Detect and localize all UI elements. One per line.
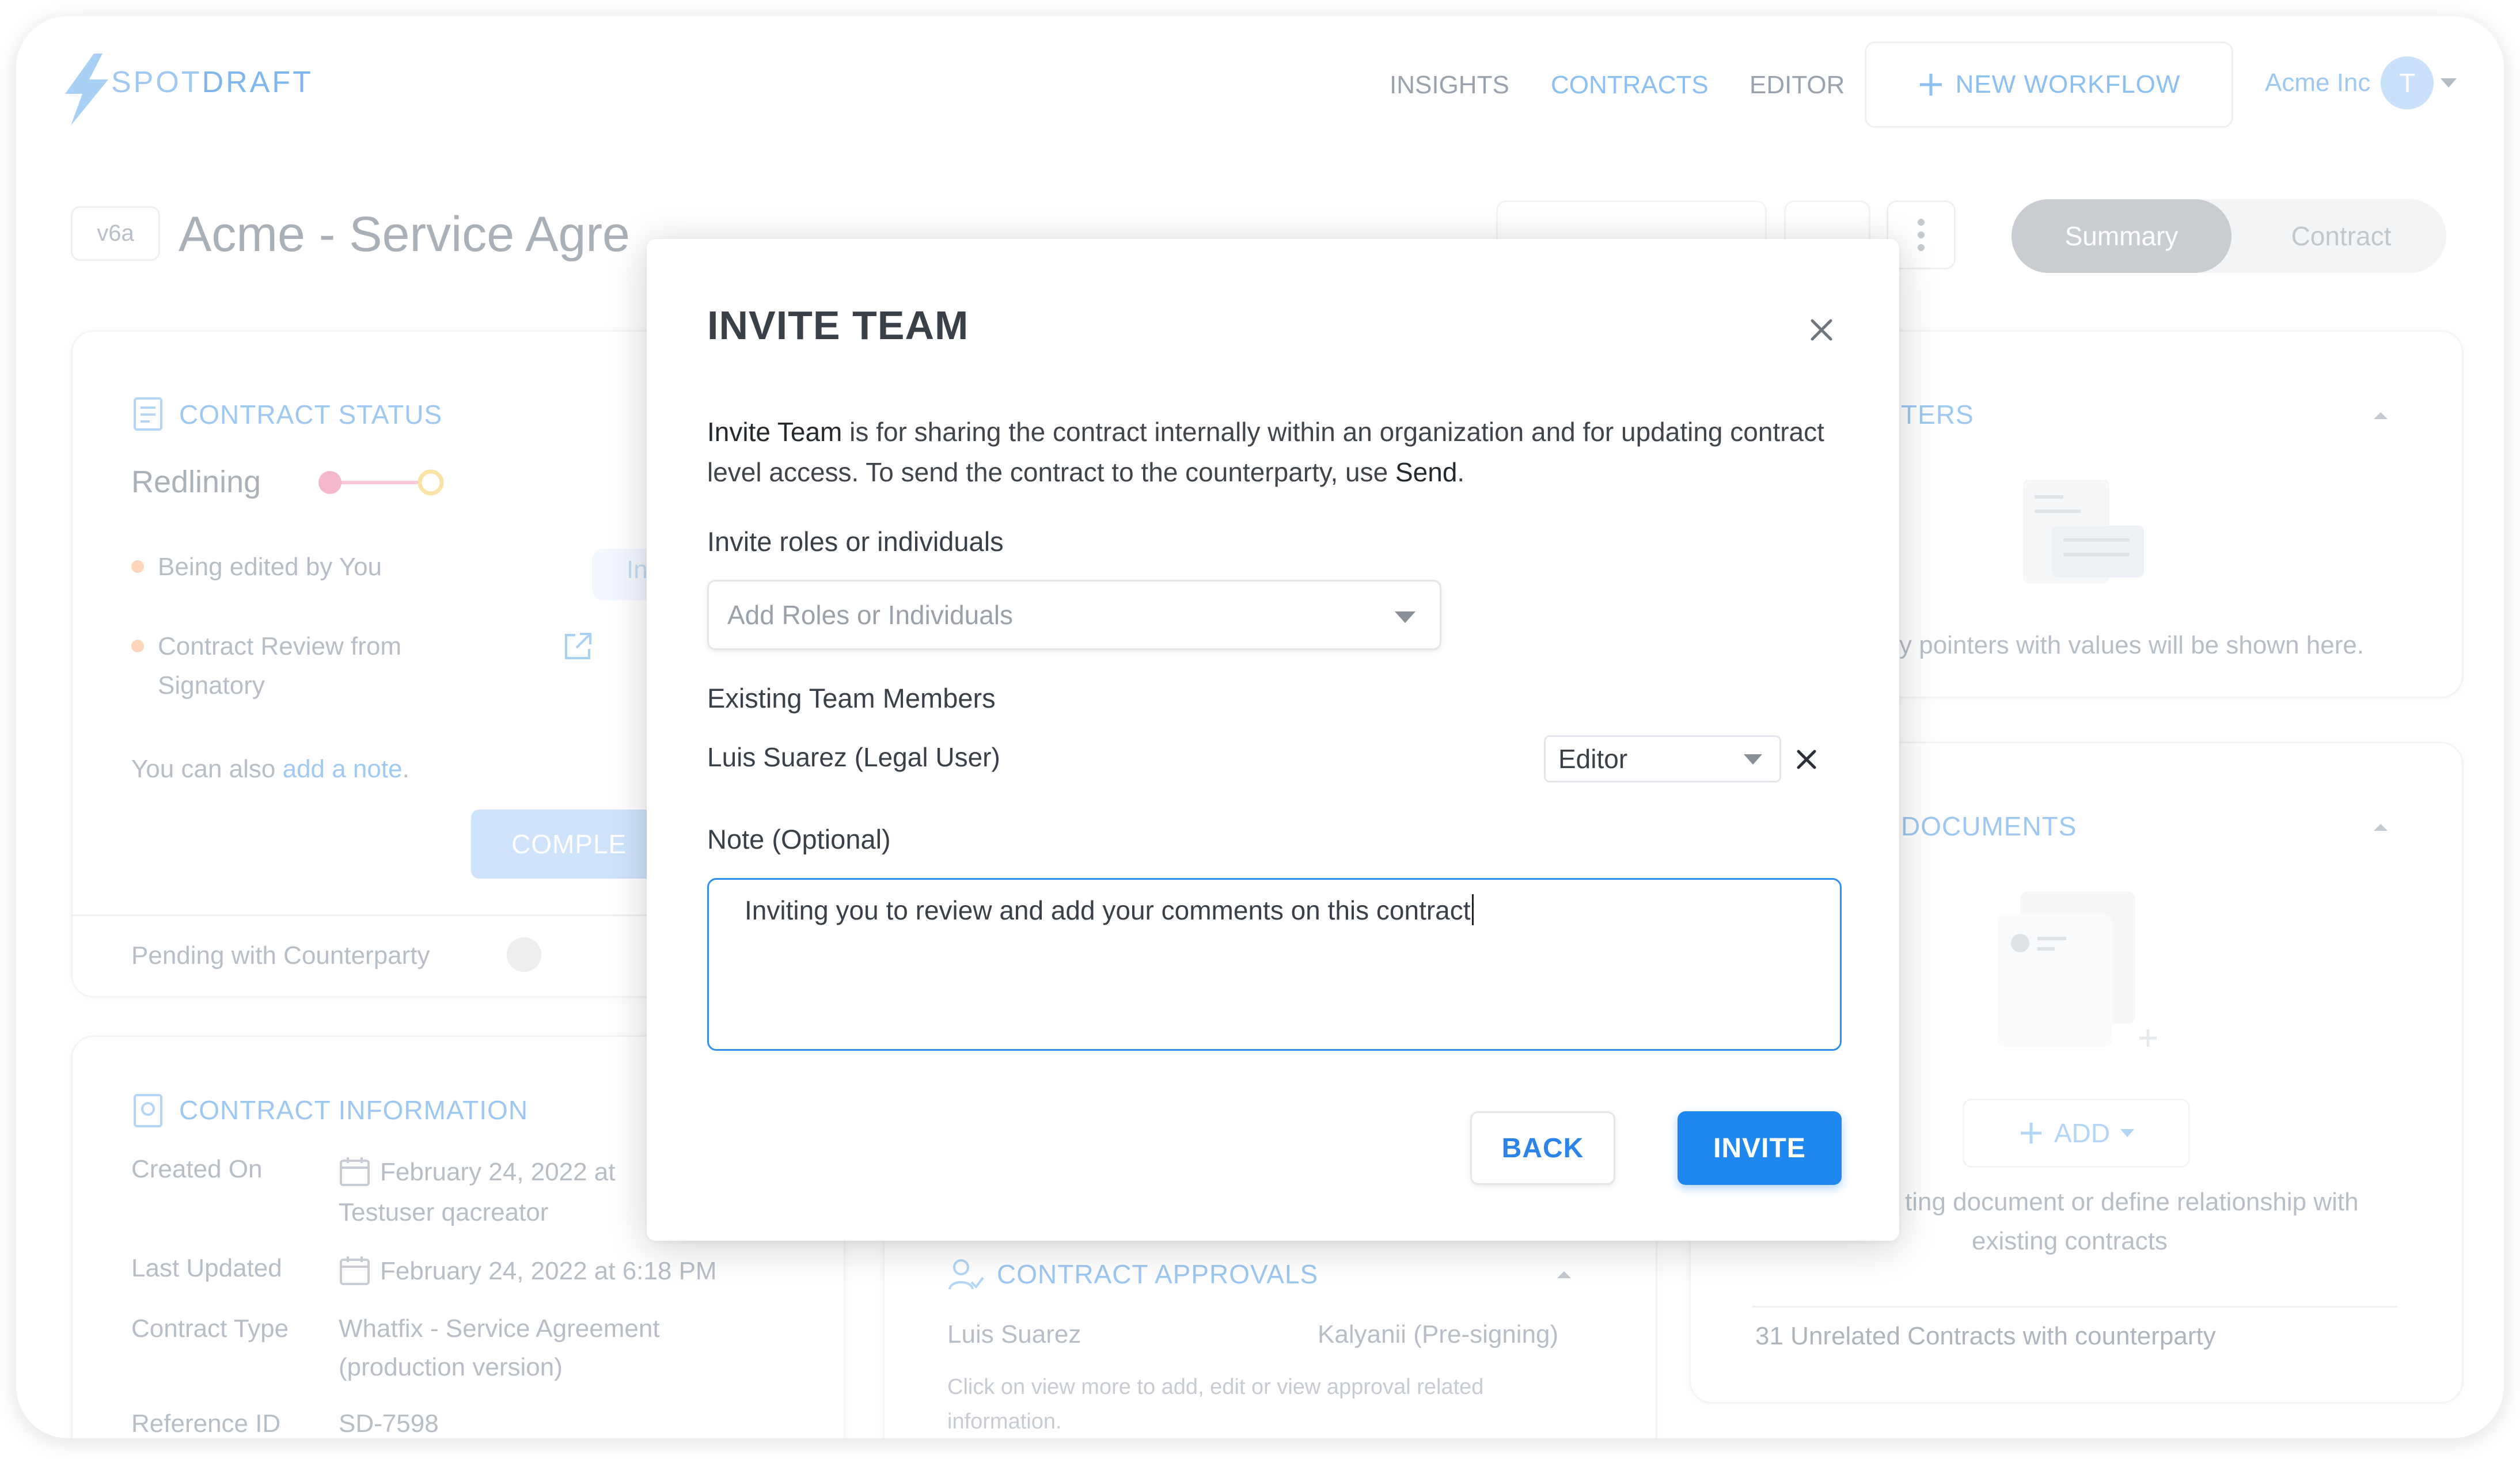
roles-placeholder: Add Roles or Individuals	[727, 600, 1014, 630]
approvals-hint-2: information.	[947, 1409, 1062, 1434]
nav-contracts[interactable]: CONTRACTS	[1551, 71, 1709, 100]
documents-hint: ting document or define relationship wit…	[1905, 1188, 2359, 1216]
status-progress	[318, 469, 444, 496]
member-role-value: Editor	[1558, 744, 1628, 774]
desc-body: is for sharing the contract internally w…	[707, 417, 1824, 487]
chevron-up-icon[interactable]	[1554, 1267, 1574, 1281]
created-label: Created On	[131, 1155, 263, 1183]
contract-information-title: CONTRACT INFORMATION	[179, 1095, 529, 1125]
pointers-empty-text: y pointers with values will be shown her…	[1899, 631, 2365, 659]
add-note-link[interactable]: add a note	[283, 755, 403, 783]
documents-title: D DOCUMENTS	[1873, 811, 2077, 841]
org-name: Acme Inc	[2265, 69, 2371, 97]
top-nav: SPOTDRAFT INSIGHTS CONTRACTS EDITOR NEW …	[16, 16, 2504, 154]
chevron-down-icon	[2120, 1129, 2135, 1137]
contract-approvals-title: CONTRACT APPROVALS	[997, 1259, 1319, 1289]
new-workflow-button[interactable]: NEW WORKFLOW	[1865, 41, 2233, 128]
type-value: Whatfix - Service Agreement	[339, 1314, 660, 1343]
type-value-version: (production version)	[339, 1353, 563, 1381]
pending-indicator	[507, 937, 541, 972]
close-icon[interactable]	[1793, 746, 1820, 773]
ref-label: Reference ID	[131, 1409, 281, 1438]
avatar: T	[2381, 56, 2434, 109]
bolt-logo-icon	[65, 54, 108, 126]
add-note-hint: You can also add a note.	[131, 755, 409, 783]
created-value: February 24, 2022 at	[380, 1158, 616, 1186]
status-dot	[131, 640, 144, 652]
page-title: Acme - Service Agre	[179, 207, 630, 262]
tab-summary[interactable]: Summary	[2012, 199, 2231, 273]
status-item: Being edited by You	[158, 553, 382, 581]
back-button[interactable]: BACK	[1470, 1111, 1615, 1185]
status-badge: In	[592, 549, 650, 601]
pending-status: Pending with Counterparty	[131, 941, 430, 970]
text-cursor	[1471, 894, 1474, 925]
certificate-icon	[134, 1094, 162, 1127]
logo-text: SPOTDRAFT	[111, 66, 313, 99]
divider	[1752, 1306, 2397, 1308]
tab-contract[interactable]: Contract	[2236, 199, 2446, 273]
existing-members-label: Existing Team Members	[707, 683, 996, 713]
nav-insights[interactable]: INSIGHTS	[1390, 71, 1509, 100]
org-switcher[interactable]: Acme Inc T	[2265, 56, 2457, 109]
dialog-title: INVITE TEAM	[707, 303, 969, 348]
divider	[71, 914, 675, 916]
new-workflow-label: NEW WORKFLOW	[1955, 70, 2181, 98]
contract-status-title: CONTRACT STATUS	[179, 400, 443, 430]
status-dot	[131, 560, 144, 573]
invite-team-dialog: INVITE TEAM Invite Team is for sharing t…	[647, 239, 1899, 1241]
member-role-select[interactable]: Editor	[1544, 735, 1781, 782]
calendar-icon	[340, 1157, 370, 1186]
invite-button[interactable]: INVITE	[1678, 1111, 1842, 1185]
member-name: Luis Suarez (Legal User)	[707, 742, 1000, 772]
empty-pointers-illustration-icon	[2023, 480, 2144, 583]
empty-documents-illustration-icon	[1997, 891, 2157, 1047]
chevron-up-icon[interactable]	[2370, 819, 2391, 833]
approval-user-icon	[948, 1259, 984, 1290]
roles-select[interactable]: Add Roles or Individuals	[707, 580, 1441, 650]
spotdraft-logo[interactable]: SPOTDRAFT	[54, 48, 313, 128]
calendar-icon	[340, 1256, 370, 1285]
add-document-button[interactable]: ADD	[1963, 1099, 2190, 1168]
app-window: SPOTDRAFT INSIGHTS CONTRACTS EDITOR NEW …	[16, 16, 2504, 1438]
desc-invite-team: Invite Team	[707, 417, 842, 447]
note-text: Inviting you to review and add your comm…	[745, 895, 1471, 925]
note-label: Note (Optional)	[707, 824, 891, 854]
updated-value: February 24, 2022 at 6:18 PM	[380, 1257, 717, 1285]
approver-name: Luis Suarez	[947, 1320, 1081, 1348]
chevron-down-icon	[2441, 78, 2457, 88]
nav-editor[interactable]: EDITOR	[1749, 71, 1845, 100]
unrelated-contracts-link[interactable]: 31 Unrelated Contracts with counterparty	[1755, 1322, 2216, 1351]
status-stage: Redlining	[131, 465, 261, 499]
documents-hint-2: existing contracts	[1972, 1227, 2168, 1255]
chevron-down-icon	[1395, 611, 1415, 623]
document-icon	[134, 397, 162, 431]
plus-icon	[1919, 74, 1942, 96]
updated-label: Last Updated	[131, 1254, 282, 1282]
status-item: Signatory	[158, 671, 265, 700]
ref-value: SD-7598	[339, 1409, 439, 1438]
plus-icon	[2020, 1123, 2041, 1143]
note-textarea[interactable]: Inviting you to review and add your comm…	[707, 878, 1842, 1051]
approvals-hint: Click on view more to add, edit or view …	[947, 1375, 1484, 1399]
approver-name-2: Kalyanii (Pre-signing)	[1318, 1320, 1559, 1348]
created-by: Testuser qacreator	[339, 1198, 549, 1226]
roles-label: Invite roles or individuals	[707, 526, 1004, 557]
add-document-label: ADD	[2054, 1118, 2111, 1148]
desc-send: Send	[1395, 457, 1458, 487]
chevron-down-icon	[1744, 754, 1762, 765]
version-tag: v6a	[71, 206, 160, 261]
close-icon[interactable]	[1804, 313, 1839, 347]
type-label: Contract Type	[131, 1314, 289, 1343]
chevron-up-icon[interactable]	[2370, 408, 2391, 421]
status-item: Contract Review from	[158, 632, 402, 660]
external-link-icon[interactable]	[560, 629, 595, 664]
dialog-description: Invite Team is for sharing the contract …	[707, 417, 1824, 487]
